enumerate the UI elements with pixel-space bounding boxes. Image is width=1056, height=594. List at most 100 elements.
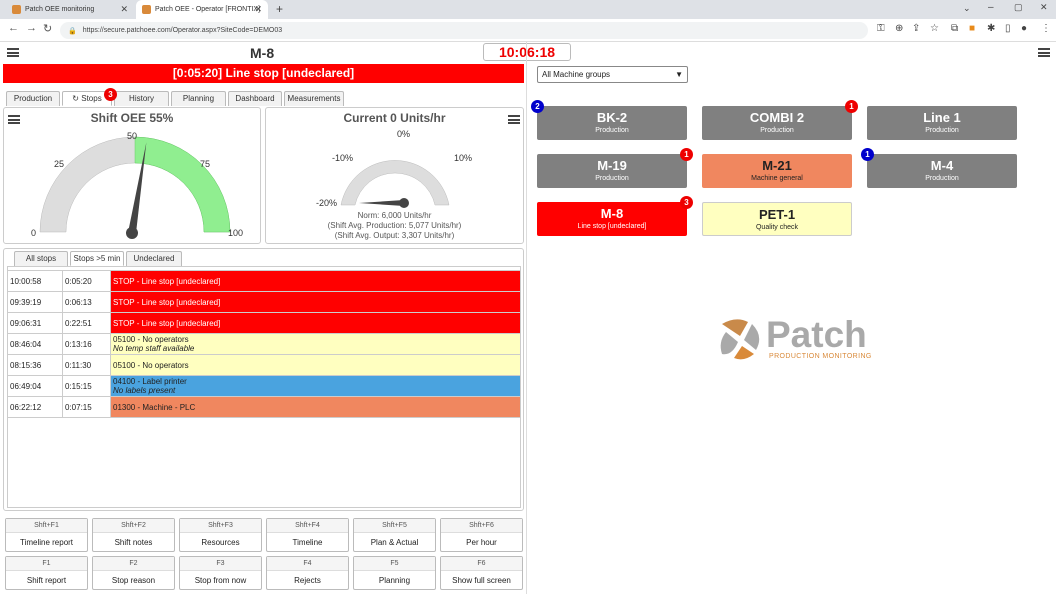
stop-filter-tabs: All stops Stops >5 min Undeclared [14, 251, 182, 266]
maximize-icon[interactable]: ▢ [1014, 2, 1023, 13]
fkey-button[interactable]: Shft+F6 Per hour [440, 518, 523, 552]
machine-tile[interactable]: COMBI 2 Production [702, 106, 852, 140]
close-tab-icon[interactable]: ✕ [120, 4, 128, 15]
machine-tile[interactable]: M-19 Production [537, 154, 687, 188]
stop-reason: 05100 - No operators [113, 335, 189, 344]
tab-history[interactable]: History [114, 91, 169, 106]
gauge-label-min: 0 [31, 228, 37, 238]
side-panel-icon[interactable]: ▯ [1005, 23, 1011, 34]
tab-stops-over-5-min[interactable]: Stops >5 min [70, 251, 124, 266]
fkey-button[interactable]: F4 Rejects [266, 556, 349, 590]
stop-reason-cell[interactable]: STOP - Line stop [undeclared] [110, 291, 521, 313]
browser-tab-active[interactable]: Patch OEE - Operator [FRONTIX] ✕ [136, 0, 268, 19]
norm-note: Norm: 6,000 Units/hr [357, 211, 432, 220]
fkey-shortcut: Shft+F2 [93, 519, 174, 533]
rate-label-0: 0% [397, 129, 411, 139]
tab-search-icon[interactable]: ⌄ [963, 3, 971, 14]
stop-reason-cell[interactable]: STOP - Line stop [undeclared] [110, 270, 521, 292]
tab-dashboard[interactable]: Dashboard [228, 91, 282, 106]
back-icon[interactable]: ← [8, 22, 19, 34]
table-row[interactable]: 06:22:12 0:07:15 01300 - Machine - PLC [7, 396, 521, 418]
stop-time: 08:46:04 [7, 333, 63, 355]
machine-tile[interactable]: BK-2 Production [537, 106, 687, 140]
profile-avatar-icon[interactable]: ● [1021, 23, 1027, 34]
fkey-button[interactable]: F3 Stop from now [179, 556, 262, 590]
rate-gauge-needle [359, 200, 404, 206]
browser-tab[interactable]: Patch OEE monitoring ✕ [6, 0, 134, 19]
stop-time: 06:22:12 [7, 396, 63, 418]
left-menu-icon[interactable] [7, 48, 19, 57]
gauge-label-25: 25 [54, 159, 65, 169]
fkey-button[interactable]: Shft+F3 Resources [179, 518, 262, 552]
fkey-shortcut: F2 [93, 557, 174, 571]
extensions-puzzle-icon[interactable]: ✱ [987, 23, 995, 34]
stop-time: 08:15:36 [7, 354, 63, 376]
bookmark-star-icon[interactable]: ☆ [930, 23, 939, 34]
status-banner[interactable]: [0:05:20] Line stop [undeclared] [3, 64, 524, 83]
tab-all-stops[interactable]: All stops [14, 251, 68, 266]
machine-name: M-4 [930, 158, 954, 173]
stop-duration: 0:07:15 [62, 396, 111, 418]
machine-group-select[interactable]: All Machine groups ▼ [537, 66, 688, 83]
tab-undeclared[interactable]: Undeclared [126, 251, 182, 266]
tab-production[interactable]: Production [6, 91, 60, 106]
table-row[interactable]: 09:06:31 0:22:51 STOP - Line stop [undecla… [7, 312, 521, 334]
fkey-label: Timeline report [19, 538, 74, 547]
fkey-button[interactable]: F1 Shift report [5, 556, 88, 590]
machine-status: Production [925, 127, 959, 134]
fkey-shortcut: F5 [354, 557, 435, 571]
machine-tile[interactable]: M-4 Production [867, 154, 1017, 188]
clock-display: 10:06:18 [483, 43, 571, 61]
machine-name: M-8 [600, 206, 624, 221]
stop-reason-cell[interactable]: 05100 - No operators No temp staff availa… [110, 333, 521, 355]
chevron-down-icon: ▼ [675, 70, 683, 79]
table-row[interactable]: 08:15:36 0:11:30 05100 - No operators [7, 354, 521, 376]
fkey-button[interactable]: F6 Show full screen [440, 556, 523, 590]
fkey-label: Shift report [26, 576, 67, 585]
fkey-button[interactable]: Shft+F4 Timeline [266, 518, 349, 552]
stop-reason-cell[interactable]: 05100 - No operators [110, 354, 521, 376]
fkey-shortcut: F6 [441, 557, 522, 571]
stops-table: 10:00:58 0:05:20 STOP - Line stop [undecla… [7, 270, 521, 418]
stop-reason-cell[interactable]: 04100 - Label printer No labels present [110, 375, 521, 397]
fkey-label: Stop from now [194, 576, 247, 585]
share-icon[interactable]: ⇪ [912, 23, 920, 34]
fkey-button[interactable]: Shft+F2 Shift notes [92, 518, 175, 552]
fkey-button[interactable]: F5 Planning [353, 556, 436, 590]
machine-tile[interactable]: M-21 Machine general [702, 154, 852, 188]
table-row[interactable]: 09:39:19 0:06:13 STOP - Line stop [undecla… [7, 291, 521, 313]
stop-reason-cell[interactable]: STOP - Line stop [undeclared] [110, 312, 521, 334]
table-row[interactable]: 06:49:04 0:15:15 04100 - Label printer No l… [7, 375, 521, 397]
tab-planning[interactable]: Planning [171, 91, 226, 106]
alert-count-badge: 1 [861, 148, 874, 161]
fkey-button[interactable]: F2 Stop reason [92, 556, 175, 590]
stop-reason-cell[interactable]: 01300 - Machine - PLC [110, 396, 521, 418]
table-row[interactable]: 08:46:04 0:13:16 05100 - No operators No te… [7, 333, 521, 355]
extension-rss-icon[interactable]: ■ [969, 23, 975, 34]
minimize-icon[interactable]: – [988, 2, 994, 13]
stop-time: 09:39:19 [7, 291, 63, 313]
window-close-icon[interactable]: ✕ [1040, 2, 1048, 13]
machine-tile[interactable]: PET-1 Quality check [702, 202, 852, 236]
zoom-icon[interactable]: ⊕ [895, 23, 903, 34]
fkey-button[interactable]: Shft+F1 Timeline report [5, 518, 88, 552]
close-tab-icon[interactable]: ✕ [254, 4, 262, 15]
fkey-button[interactable]: Shft+F5 Plan & Actual [353, 518, 436, 552]
stop-note: No labels present [113, 386, 176, 395]
machine-tile[interactable]: Line 1 Production [867, 106, 1017, 140]
key-icon[interactable]: ⚿ [877, 23, 885, 34]
forward-icon[interactable]: → [26, 22, 37, 34]
refresh-icon: ↻ [72, 94, 79, 103]
browser-menu-icon[interactable]: ⋮ [1041, 23, 1051, 34]
right-menu-icon[interactable] [1038, 48, 1050, 57]
new-tab-icon[interactable]: + [276, 2, 283, 16]
rate-gauge-track [340, 160, 450, 206]
reload-icon[interactable]: ↻ [43, 22, 52, 35]
machine-tile[interactable]: M-8 Line stop [undeclared] [537, 202, 687, 236]
table-row[interactable]: 10:00:58 0:05:20 STOP - Line stop [undecla… [7, 270, 521, 292]
oee-gauge [39, 136, 231, 239]
stops-count-badge: 3 [104, 88, 117, 101]
cast-icon[interactable]: ⧉ [951, 23, 958, 34]
url-field[interactable]: 🔒 https://secure.patchoee.com/Operator.a… [60, 22, 868, 39]
tab-measurements[interactable]: Measurements [284, 91, 344, 106]
